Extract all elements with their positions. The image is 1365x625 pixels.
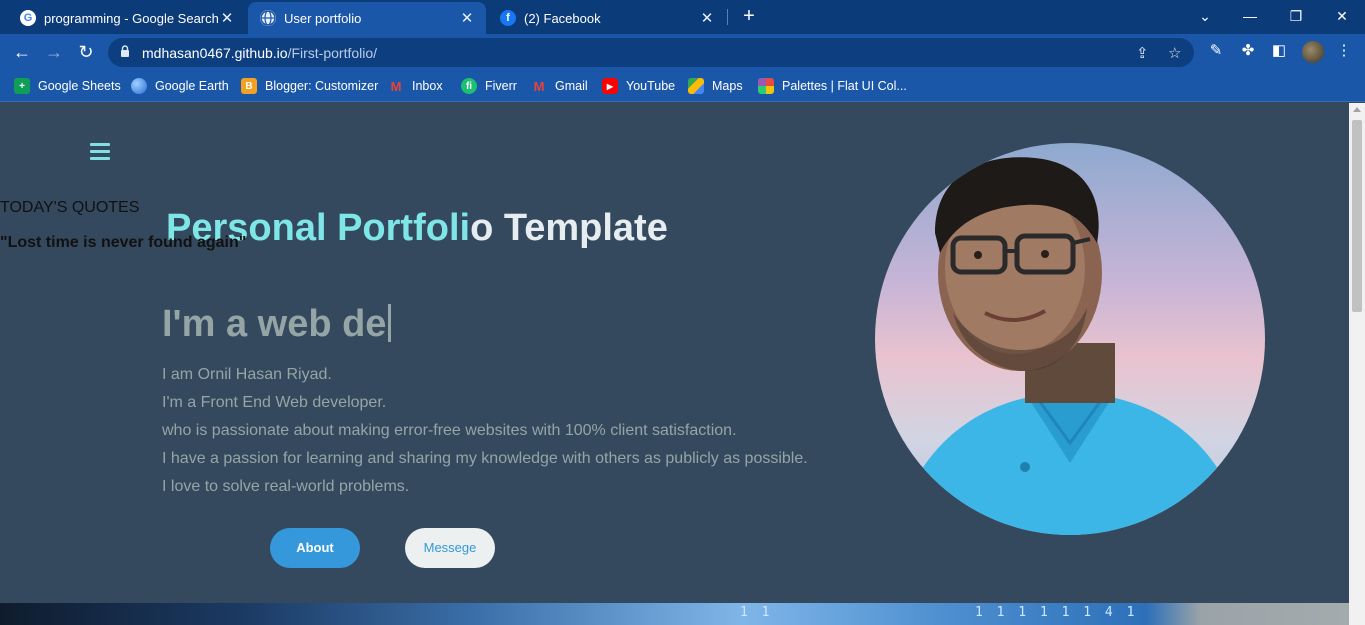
portfolio-page: TODAY'S QUOTES Personal Portfolio Templa… [0,103,1349,625]
strip-digits: 1 1 [740,605,773,620]
about-button[interactable]: About [270,528,360,568]
title-rest: o Template [470,207,668,249]
bookmarks-bar: + Google Sheets Google Earth B Blogger: Cu… [0,70,1365,102]
bookmark-inbox[interactable]: M Inbox [388,76,443,96]
hamburger-menu-icon[interactable] [90,143,110,160]
url-host: mdhasan0467.github.io [142,45,288,61]
page-scrollbar[interactable] [1349,103,1365,625]
globe-icon [260,10,276,26]
sheets-icon: + [14,78,30,94]
bookmark-label: Maps [712,79,743,93]
bookmark-label: Gmail [555,79,588,93]
bookmark-label: Google Earth [155,79,229,93]
strip-digits: 1 1 1 1 1 1 4 1 [975,605,1138,620]
forward-icon[interactable]: → [42,40,66,64]
next-section-image-strip [0,603,1349,625]
google-icon: G [20,10,36,26]
palette-icon [758,78,774,94]
bio-text: I am Ornil Hasan Riyad. I'm a Front End … [162,361,808,501]
tab-google-search[interactable]: G programming - Google Search ✕ [8,2,246,34]
close-icon[interactable]: ✕ [458,9,476,27]
typing-caret [388,304,392,342]
reload-icon[interactable]: ↻ [74,40,98,64]
back-icon[interactable]: ← [10,40,34,64]
extensions-icon[interactable]: ✤ [1237,41,1259,59]
bookmark-label: Blogger: Customizer [265,79,379,93]
typed-headline: I'm a web de [162,303,392,346]
menu-icon[interactable]: ⋮ [1333,41,1355,59]
gmail-icon: M [390,78,402,94]
share-icon[interactable]: ⇪ [1136,44,1149,62]
url-path: /First-portfolio/ [287,45,378,61]
earth-icon [131,78,147,94]
new-tab-button[interactable]: + [738,5,760,28]
address-bar[interactable]: mdhasan0467.github.io/First-portfolio/ ⇪… [108,38,1194,67]
bookmark-label: Inbox [412,79,443,93]
profile-photo [875,143,1265,535]
bookmark-label: Google Sheets [38,79,121,93]
bio-line: who is passionate about making error-fre… [162,422,737,439]
restore-icon[interactable]: ❐ [1276,3,1316,29]
tab-user-portfolio[interactable]: User portfolio ✕ [248,2,486,34]
bookmark-maps[interactable]: Maps [688,76,743,96]
scroll-up-icon[interactable] [1353,107,1361,112]
tab-divider [727,9,728,25]
bookmark-palettes[interactable]: Palettes | Flat UI Col... [758,76,907,96]
bookmark-google-sheets[interactable]: + Google Sheets [14,76,121,96]
bookmark-fiverr[interactable]: fi Fiverr [461,76,517,96]
scrollbar-thumb[interactable] [1352,120,1362,312]
tab-title: (2) Facebook [524,10,601,26]
close-window-icon[interactable]: ✕ [1322,3,1362,29]
fiverr-icon: fi [461,78,477,94]
close-icon[interactable]: ✕ [698,9,716,27]
quotes-heading: TODAY'S QUOTES [0,199,140,216]
bookmark-gmail[interactable]: M Gmail [531,76,588,96]
minimize-icon[interactable]: — [1230,3,1270,29]
bio-line: I have a passion for learning and sharin… [162,450,808,467]
bookmark-youtube[interactable]: ▶ YouTube [602,76,675,96]
bio-line: I am Ornil Hasan Riyad. [162,366,332,383]
tab-title: programming - Google Search [44,10,218,26]
blogger-icon: B [241,78,257,94]
close-icon[interactable]: ✕ [218,9,236,27]
browser-toolbar: ← → ↻ mdhasan0467.github.io/First-portfo… [0,34,1365,70]
url-text: mdhasan0467.github.io/First-portfolio/ [142,45,377,61]
bookmark-label: YouTube [626,79,676,93]
tab-title: User portfolio [284,10,362,26]
message-button[interactable]: Messege [405,528,495,568]
bio-line: I love to solve real-world problems. [162,478,410,495]
eyedropper-icon[interactable]: ✎ [1205,41,1227,59]
tab-facebook[interactable]: f (2) Facebook ✕ [488,2,726,34]
tab-search-icon[interactable]: ⌄ [1185,3,1225,29]
typed-text: I'm a web de [162,303,387,345]
bookmark-label: Palettes | Flat UI Col... [782,79,907,93]
side-panel-icon[interactable]: ◧ [1268,41,1290,59]
maps-icon [688,78,704,94]
quote-text: "Lost time is never found again" [0,234,247,251]
bio-line: I'm a Front End Web developer. [162,394,387,411]
youtube-icon: ▶ [602,78,618,94]
bookmark-blogger[interactable]: B Blogger: Customizer [241,76,378,96]
facebook-icon: f [500,10,516,26]
profile-avatar[interactable] [1302,41,1324,63]
bookmark-label: Fiverr [485,79,517,93]
gmail-icon: M [533,78,545,94]
star-icon[interactable]: ☆ [1168,44,1181,62]
bookmark-google-earth[interactable]: Google Earth [131,76,229,96]
lock-icon [121,45,129,57]
browser-tab-bar: G programming - Google Search ✕ User por… [0,0,1365,34]
